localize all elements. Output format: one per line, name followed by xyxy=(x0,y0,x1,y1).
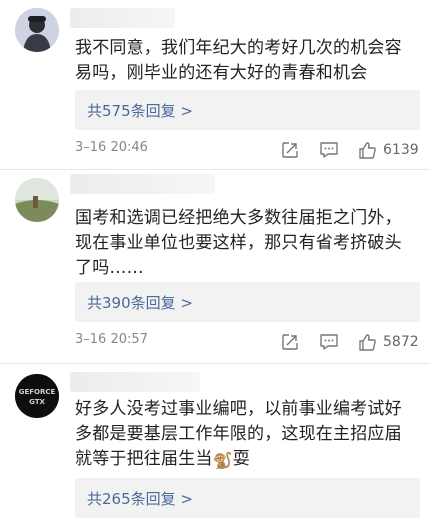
comment-item: 国考和选调已经把绝大多数往届拒之门外， 现在事业单位也要这样，那只有省考挤破头 … xyxy=(0,170,430,364)
view-replies-link[interactable]: 共265条回复 > xyxy=(87,488,193,509)
share-icon xyxy=(282,142,298,158)
like-icon xyxy=(359,333,376,351)
comment-text: 好多人没考过事业编吧，以前事业编考试好 多都是要基层工作年限的，这现在主招应届 … xyxy=(75,397,420,473)
share-icon xyxy=(282,334,298,350)
timestamp: 3–16 20:46 xyxy=(75,140,148,155)
comment-text: 我不同意，我们年纪大的考好几次的机会容 易吗，刚毕业的还有大好的青春和机会 xyxy=(75,38,402,83)
comment-button[interactable] xyxy=(319,138,339,162)
comment-item: 我不同意，我们年纪大的考好几次的机会容 易吗，刚毕业的还有大好的青春和机会 共5… xyxy=(0,0,430,170)
monkey-emoji: 🐒 xyxy=(212,451,233,470)
comment-button[interactable] xyxy=(319,330,339,354)
comment-meta: 3–16 20:46 6139 xyxy=(75,138,420,162)
like-button[interactable]: 5872 xyxy=(358,330,419,354)
reply-summary[interactable]: 共390条回复 > xyxy=(75,282,420,322)
like-count: 5872 xyxy=(383,334,419,350)
like-count: 6139 xyxy=(383,142,419,158)
view-replies-link[interactable]: 共390条回复 > xyxy=(87,292,193,313)
avatar[interactable] xyxy=(15,8,59,52)
avatar[interactable] xyxy=(15,178,59,222)
username-redacted xyxy=(70,372,200,392)
like-icon xyxy=(359,141,376,159)
share-button[interactable] xyxy=(281,138,299,162)
comment-icon xyxy=(320,334,338,350)
comment-item: GEFORCE GTX 好多人没考过事业编吧，以前事业编考试好 多都是要基层工作… xyxy=(0,364,430,522)
svg-text:GEFORCE: GEFORCE xyxy=(19,388,56,396)
like-button[interactable]: 6139 xyxy=(358,138,419,162)
view-replies-link[interactable]: 共575条回复 > xyxy=(87,100,193,121)
comment-text: 国考和选调已经把绝大多数往届拒之门外， 现在事业单位也要这样，那只有省考挤破头 … xyxy=(75,208,402,278)
timestamp: 3–16 20:57 xyxy=(75,332,148,347)
reply-summary[interactable]: 共265条回复 > xyxy=(75,478,420,518)
username-redacted xyxy=(70,174,215,194)
reply-summary[interactable]: 共575条回复 > xyxy=(75,90,420,130)
comment-icon xyxy=(320,142,338,158)
share-button[interactable] xyxy=(281,330,299,354)
comment-meta: 3–16 20:57 5872 xyxy=(75,330,420,354)
svg-text:GTX: GTX xyxy=(29,398,45,406)
avatar[interactable]: GEFORCE GTX xyxy=(15,374,59,418)
username-redacted xyxy=(70,8,175,28)
